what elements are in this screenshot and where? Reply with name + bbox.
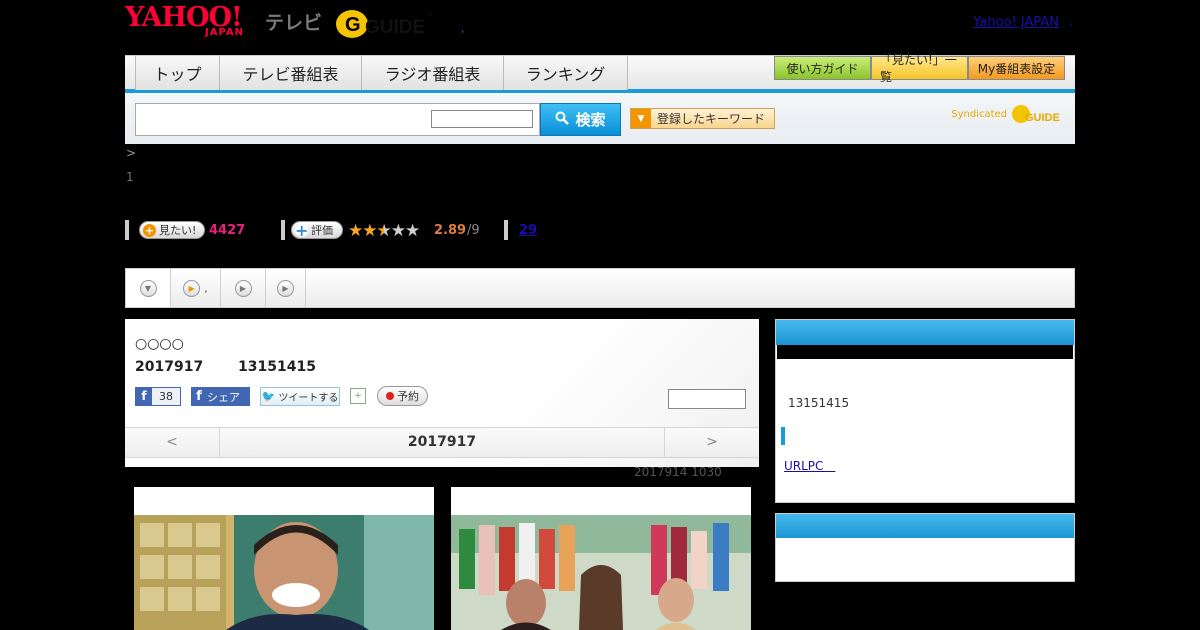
program-option-select[interactable] bbox=[668, 389, 746, 409]
tweet-label: ツイートする bbox=[278, 393, 339, 404]
search-input[interactable] bbox=[135, 103, 540, 136]
star-icon: ★ bbox=[362, 221, 377, 241]
header: YAHOO! JAPAN テレビ G GUIDE ® , Yahoo! JAPA… bbox=[125, 0, 1075, 50]
calendar-add-icon[interactable]: + bbox=[350, 388, 366, 404]
registered-keyword-label: 登録したキーワード bbox=[657, 112, 766, 126]
program-time: 13151415 bbox=[238, 359, 316, 375]
media-tab-4[interactable]: ▶ bbox=[266, 269, 306, 307]
rating-score: 2.89 bbox=[434, 223, 467, 238]
current-day-label: 2017917 bbox=[407, 434, 477, 450]
star-half-icon: ★ bbox=[376, 221, 392, 241]
play-icon: ▶ bbox=[234, 279, 252, 297]
facebook-share-button[interactable]: f シェア bbox=[191, 387, 250, 406]
rate-button[interactable]: + 評価 bbox=[291, 221, 343, 239]
search-button-label: 検索 bbox=[575, 111, 606, 129]
media-tabs: ▼ ▶ , ▶ ▶ bbox=[125, 268, 1075, 308]
search-area: 検索 ▼ 登録したキーワード Syndicated GUIDE bbox=[125, 93, 1075, 144]
page: YAHOO! JAPAN テレビ G GUIDE ® , Yahoo! JAPA… bbox=[0, 0, 1200, 630]
header-separator: , bbox=[461, 22, 465, 35]
registered-keyword-button[interactable]: ▼ 登録したキーワード bbox=[630, 108, 775, 129]
gguide-logo[interactable]: G GUIDE ® bbox=[335, 6, 435, 40]
want-count: 4427 bbox=[209, 223, 246, 238]
program-thumbnail-2[interactable] bbox=[451, 487, 751, 630]
program-thumbnail-1[interactable] bbox=[134, 487, 434, 630]
nav-utility-buttons: 使い方ガイド 「見たい!」一覧 My番組表設定 bbox=[774, 53, 1065, 84]
mitai-list-button[interactable]: 「見たい!」一覧 bbox=[871, 53, 968, 84]
sidebar-panel-header bbox=[776, 320, 1074, 345]
dropdown-triangle-icon: ▼ bbox=[631, 109, 651, 128]
program-detail-panel: ○○○○ 2017917 13151415 f 38 f シェア 🐦 ツイートす… bbox=[125, 319, 759, 467]
media-tab-label: , bbox=[204, 281, 208, 295]
syndicated-gguide-logo: Syndicated GUIDE bbox=[951, 103, 1067, 125]
nav-tab-top[interactable]: トップ bbox=[136, 56, 220, 90]
last-updated: 2017914 1030 bbox=[634, 465, 722, 479]
search-button[interactable]: 検索 bbox=[540, 103, 621, 136]
sidebar-broadcast-panel: 13151415 URLPC bbox=[775, 319, 1075, 503]
twitter-bird-icon: 🐦 bbox=[261, 390, 276, 403]
guide-button[interactable]: 使い方ガイド bbox=[774, 56, 871, 80]
program-title: ○○○○ bbox=[135, 336, 184, 352]
rate-button-label: 評価 bbox=[311, 224, 333, 237]
host-photo bbox=[134, 515, 434, 630]
main-nav: トップ テレビ番組表 ラジオ番組表 ランキング 使い方ガイド 「見たい!」一覧 … bbox=[125, 53, 1075, 93]
play-icon: ▶ bbox=[277, 279, 294, 297]
previous-day-button[interactable]: < bbox=[125, 428, 220, 457]
media-tab-2[interactable]: ▶ , bbox=[171, 269, 221, 307]
svg-text:GUIDE: GUIDE bbox=[365, 17, 425, 38]
stat-divider bbox=[125, 220, 129, 240]
facebook-share-label: シェア bbox=[207, 390, 240, 404]
media-tab-1[interactable]: ▼ bbox=[126, 269, 171, 307]
want-button-label: 見たい! bbox=[159, 224, 197, 237]
next-day-button[interactable]: > bbox=[664, 428, 759, 457]
nav-tab-tv-schedule[interactable]: テレビ番組表 bbox=[220, 56, 362, 90]
stat-divider bbox=[281, 220, 285, 240]
search-icon bbox=[555, 111, 570, 129]
svg-text:GUIDE: GUIDE bbox=[1025, 112, 1060, 124]
sidebar-secondary-panel bbox=[775, 513, 1075, 582]
rating-stars: ★★★★★ bbox=[348, 221, 420, 241]
plus-icon: + bbox=[143, 223, 156, 237]
yahoo-logo-japan: JAPAN bbox=[205, 27, 244, 38]
play-icon: ▶ bbox=[183, 279, 201, 297]
sidebar-broadcast-time: 13151415 bbox=[788, 396, 850, 410]
facebook-like-count: 38 bbox=[159, 390, 173, 403]
rating-denominator: /9 bbox=[467, 223, 480, 238]
my-schedule-button[interactable]: My番組表設定 bbox=[968, 56, 1065, 80]
record-dot-icon bbox=[386, 392, 394, 400]
star-icon: ★ bbox=[348, 221, 363, 241]
breadcrumb-arrow: > bbox=[126, 146, 137, 160]
facebook-icon: f bbox=[136, 388, 152, 405]
want-button[interactable]: + 見たい! bbox=[139, 221, 205, 239]
stat-divider bbox=[504, 220, 508, 240]
tweet-button[interactable]: 🐦 ツイートする bbox=[260, 387, 340, 406]
svg-text:®: ® bbox=[427, 10, 433, 18]
program-date: 2017917 bbox=[135, 359, 204, 375]
tv-logo-label[interactable]: テレビ bbox=[265, 8, 322, 35]
media-tab-3[interactable]: ▶ bbox=[221, 269, 266, 307]
reserve-button[interactable]: 予約 bbox=[377, 386, 428, 406]
sidebar-secondary-header bbox=[776, 514, 1074, 538]
down-arrow-icon: ▼ bbox=[139, 279, 157, 297]
svg-text:G: G bbox=[345, 14, 361, 36]
yahoo-japan-link[interactable]: Yahoo! JAPAN bbox=[973, 15, 1059, 30]
syndicated-label: Syndicated bbox=[951, 108, 1007, 120]
facebook-icon: f bbox=[196, 389, 202, 404]
star-empty-icon: ★ bbox=[390, 221, 406, 241]
nav-tab-radio-schedule[interactable]: ラジオ番組表 bbox=[362, 56, 504, 90]
sidebar-url-pc-link[interactable]: URLPC bbox=[784, 457, 835, 474]
guests-photo bbox=[451, 515, 751, 630]
sidebar-section-marker bbox=[781, 427, 785, 445]
comment-count-link[interactable]: 29 bbox=[519, 223, 537, 238]
nav-tab-ranking[interactable]: ランキング bbox=[504, 56, 628, 90]
breadcrumb-page-number: 1 bbox=[126, 170, 134, 184]
reserve-label: 予約 bbox=[397, 390, 419, 403]
star-empty-icon: ★ bbox=[405, 221, 420, 241]
sidebar-panel-band bbox=[777, 345, 1073, 359]
facebook-like-button[interactable]: f 38 bbox=[135, 387, 181, 406]
nav-tabs: トップ テレビ番組表 ラジオ番組表 ランキング bbox=[135, 56, 628, 90]
gguide-small-logo: GUIDE bbox=[1012, 105, 1060, 124]
day-navigation: < 2017917 > bbox=[125, 427, 759, 458]
plus-icon: + bbox=[295, 220, 309, 240]
header-link-separator: , bbox=[1069, 14, 1073, 28]
